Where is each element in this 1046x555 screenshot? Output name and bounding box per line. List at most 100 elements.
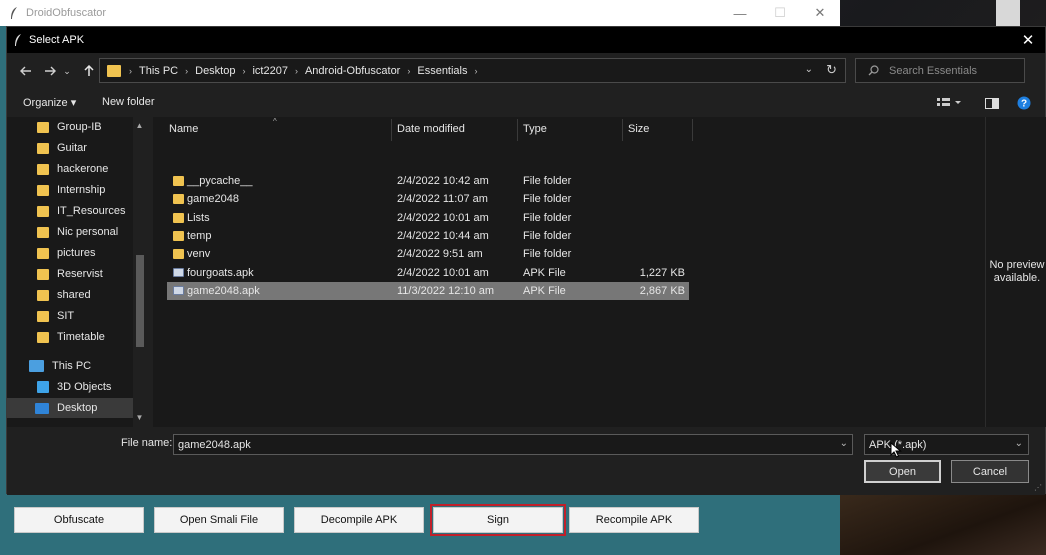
file-name: game2048.apk [187, 284, 260, 297]
app-title-bar: DroidObfuscator — ☐ ✕ [0, 0, 840, 26]
refresh-icon[interactable]: ↻ [826, 62, 837, 78]
column-divider[interactable] [391, 119, 392, 141]
organize-menu[interactable]: Organize ▾ [23, 96, 76, 109]
file-name: venv [187, 248, 211, 261]
apk-file-icon [173, 285, 184, 295]
breadcrumb-ict2207[interactable]: ict2207 [252, 65, 287, 77]
file-date: 2/4/2022 10:44 am [397, 229, 489, 242]
search-input[interactable]: Search Essentials [855, 58, 1025, 83]
file-row[interactable]: __pycache__ 2/4/2022 10:42 am File folder [167, 172, 689, 190]
sidebar-item[interactable]: Guitar [7, 138, 133, 158]
minimize-button[interactable]: — [720, 0, 760, 26]
sidebar-item[interactable]: This PC [7, 356, 133, 376]
file-type: File folder [523, 193, 572, 206]
navigation-scrollbar[interactable]: ▲ ▼ [133, 117, 146, 427]
help-icon[interactable]: ? [1015, 94, 1033, 112]
sidebar-item[interactable]: pictures [7, 243, 133, 263]
file-row[interactable]: venv 2/4/2022 9:51 am File folder [167, 245, 689, 263]
folder-icon [37, 163, 49, 175]
sidebar-item-label: Desktop [57, 402, 98, 414]
sidebar-item[interactable]: Group-IB [7, 117, 133, 137]
open-smali-file-button[interactable]: Open Smali File [154, 507, 284, 533]
column-header-name[interactable]: Name [169, 123, 198, 135]
column-header-size[interactable]: Size [628, 123, 649, 135]
sidebar-item[interactable]: SIT [7, 306, 133, 326]
open-button[interactable]: Open [864, 460, 941, 483]
column-header-type[interactable]: Type [523, 123, 547, 135]
sign-button[interactable]: Sign [430, 504, 566, 536]
svg-text:?: ? [1021, 99, 1027, 110]
sidebar-item[interactable]: hackerone [7, 159, 133, 179]
sidebar-item[interactable]: Internship [7, 180, 133, 200]
file-row[interactable]: game2048 2/4/2022 11:07 am File folder [167, 190, 689, 208]
file-row[interactable]: Lists 2/4/2022 10:01 am File folder [167, 209, 689, 227]
wallpaper-region [840, 492, 1046, 555]
address-dropdown-icon[interactable]: ⌄ [805, 64, 813, 75]
cancel-button[interactable]: Cancel [951, 460, 1029, 483]
file-name: temp [187, 229, 212, 242]
file-row[interactable]: fourgoats.apk 2/4/2022 10:01 am APK File 1,… [167, 264, 689, 282]
file-type: File folder [523, 175, 572, 187]
scroll-up-icon[interactable]: ▲ [133, 121, 146, 130]
obfuscate-button[interactable]: Obfuscate [14, 507, 144, 533]
chevron-down-icon[interactable]: ⌄ [840, 438, 848, 449]
recent-locations-chevron-icon[interactable]: ⌄ [62, 62, 72, 80]
column-header-date[interactable]: Date modified [397, 123, 465, 135]
preview-pane-icon[interactable] [983, 94, 1001, 112]
sidebar-item[interactable]: Desktop [7, 398, 133, 418]
column-divider[interactable] [517, 119, 518, 141]
sidebar-item[interactable]: Nic personal [7, 222, 133, 242]
app-close-button[interactable]: ✕ [800, 0, 840, 26]
file-name-input[interactable]: game2048.apk ⌄ [173, 434, 853, 455]
folder-icon [37, 268, 49, 280]
chevron-right-icon: › [242, 65, 246, 76]
chevron-right-icon: › [294, 65, 298, 76]
resize-grip-icon[interactable]: ⋰ [1034, 483, 1042, 492]
sidebar-item-label: 3D Objects [57, 381, 112, 393]
feather-icon [4, 0, 24, 26]
column-divider[interactable] [622, 119, 623, 141]
new-folder-button[interactable]: New folder [102, 96, 155, 108]
breadcrumb-android-obfuscator[interactable]: Android-Obfuscator [305, 65, 400, 77]
file-date: 2/4/2022 9:51 am [397, 248, 483, 261]
sidebar-item[interactable]: 3D Objects [7, 377, 133, 397]
folder-icon [37, 205, 49, 217]
folder-icon [37, 184, 49, 196]
file-date: 2/4/2022 11:07 am [397, 193, 488, 206]
sidebar-item[interactable]: Timetable [7, 327, 133, 347]
file-list: ^ Name Date modified Type Size __pycache… [153, 117, 985, 427]
file-type: APK File [523, 266, 566, 279]
sidebar-item[interactable]: shared [7, 285, 133, 305]
recompile-apk-button[interactable]: Recompile APK [569, 507, 699, 533]
breadcrumb-desktop[interactable]: Desktop [195, 65, 235, 77]
file-type-select[interactable]: APK (*.apk) ⌄ [864, 434, 1029, 455]
change-view-icon[interactable] [933, 94, 967, 112]
file-row[interactable]: game2048.apk 11/3/2022 12:10 am APK File 2,… [167, 281, 689, 300]
command-bar: Organize ▾ New folder ? [7, 89, 1045, 117]
scrollbar-thumb[interactable] [136, 255, 144, 347]
decompile-apk-button[interactable]: Decompile APK [294, 507, 424, 533]
maximize-button[interactable]: ☐ [760, 0, 800, 26]
mouse-cursor-icon [890, 442, 902, 458]
folder-icon [37, 226, 49, 238]
back-arrow-icon[interactable] [17, 62, 35, 80]
search-placeholder: Search Essentials [889, 64, 978, 77]
scroll-down-icon[interactable]: ▼ [133, 413, 146, 422]
breadcrumb-this-pc[interactable]: This PC [139, 65, 178, 77]
chevron-down-icon[interactable]: ⌄ [1015, 438, 1023, 449]
address-bar[interactable]: › This PC › Desktop › ict2207 › Android-… [99, 58, 846, 83]
navigation-pane: Group-IB Guitar hackerone Internship IT_Reso… [7, 117, 146, 427]
chevron-right-icon: › [474, 65, 478, 76]
file-name: __pycache__ [187, 175, 253, 187]
dialog-close-button[interactable]: ✕ [1015, 27, 1041, 53]
file-type: File folder [523, 211, 572, 224]
forward-arrow-icon[interactable] [41, 62, 59, 80]
sidebar-item-label: Reservist [57, 268, 103, 280]
file-name: game2048 [187, 193, 239, 206]
up-arrow-icon[interactable] [80, 62, 98, 80]
breadcrumb-essentials[interactable]: Essentials [417, 65, 467, 77]
sidebar-item[interactable]: Reservist [7, 264, 133, 284]
sidebar-item[interactable]: IT_Resources [7, 201, 133, 221]
column-divider[interactable] [692, 119, 693, 141]
file-row[interactable]: temp 2/4/2022 10:44 am File folder [167, 227, 689, 245]
